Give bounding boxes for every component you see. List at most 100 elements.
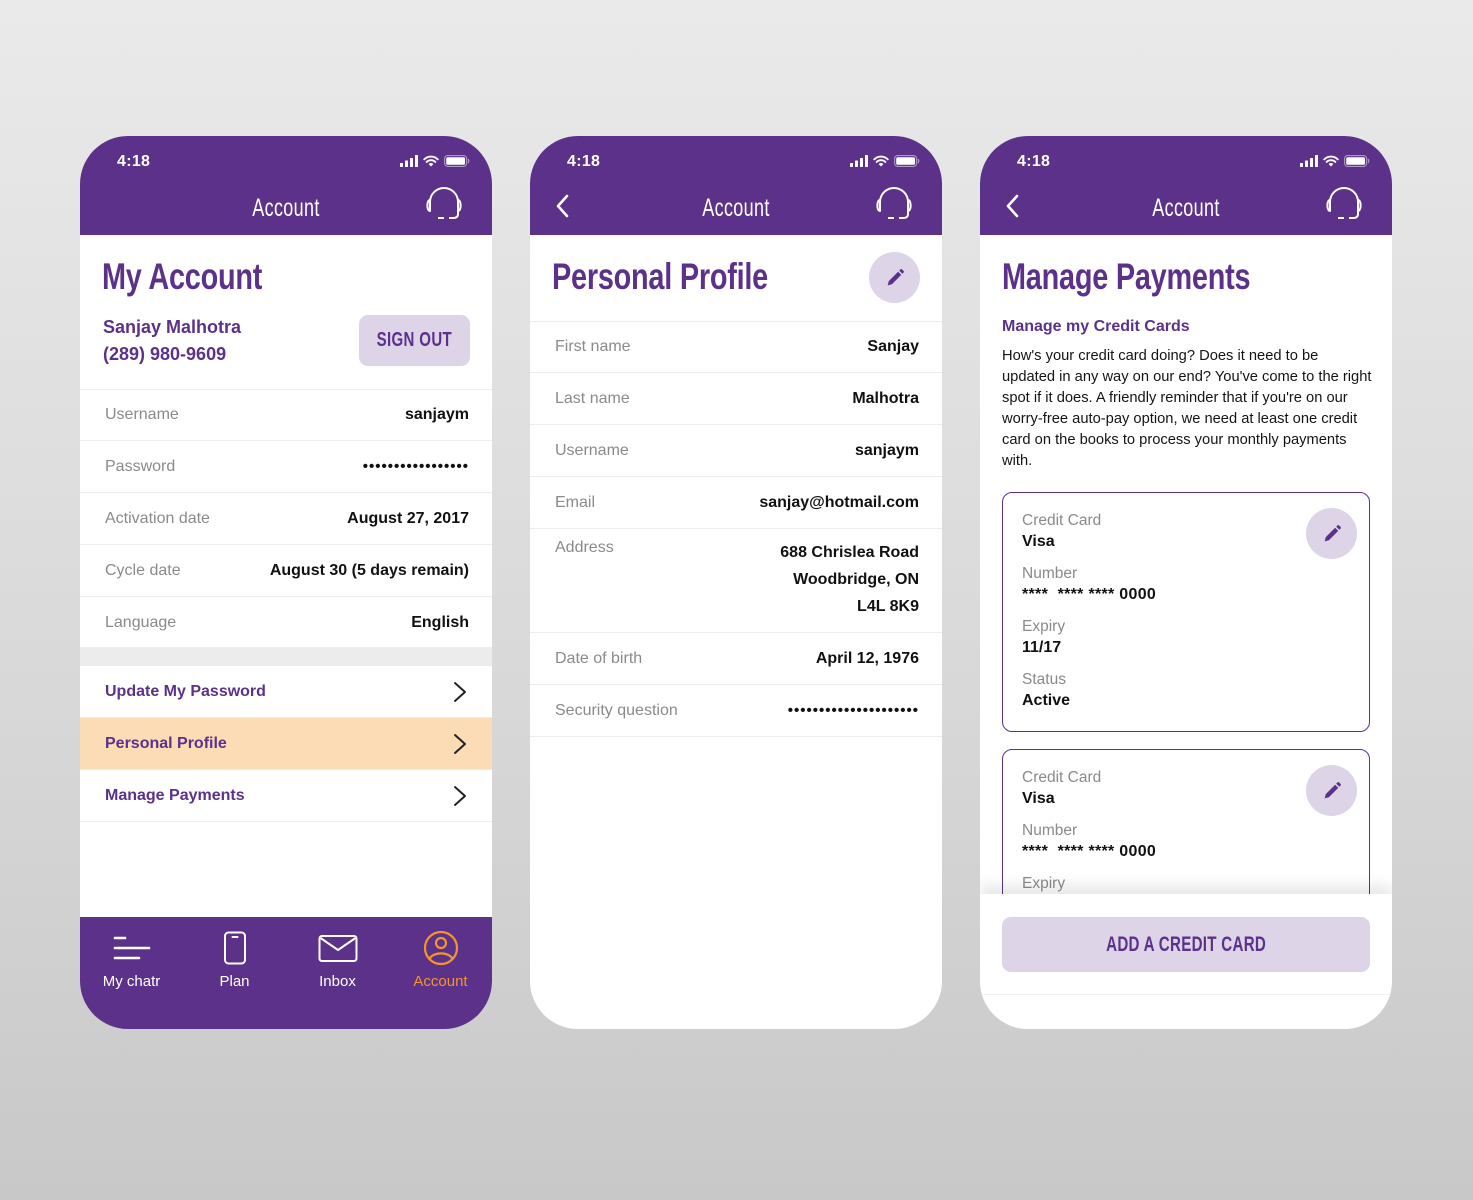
credit-card-item: Credit Card Visa Number **** **** **** 0… [1002, 492, 1370, 732]
row-value: ••••••••••••••••• [362, 458, 469, 475]
tab-plan[interactable]: Plan [183, 917, 286, 1029]
back-chevron-icon[interactable] [552, 193, 574, 219]
envelope-icon [318, 935, 357, 962]
detail-row-address: Address 688 Chrislea Road Woodbridge, ON… [530, 529, 942, 633]
intro-text: How's your credit card doing? Does it ne… [1002, 348, 1372, 469]
edit-card-button[interactable] [1306, 508, 1357, 559]
row-value: Sanjay [867, 338, 919, 355]
signal-icon [400, 155, 418, 167]
tab-account[interactable]: Account [389, 917, 492, 1029]
row-value: April 12, 1976 [815, 649, 919, 667]
card-number-label: Number [1022, 565, 1078, 582]
account-links-list: Update My Password Personal Profile Mana… [80, 666, 492, 822]
detail-row-email: Email sanjay@hotmail.com [530, 477, 942, 529]
edit-profile-button[interactable] [869, 252, 920, 303]
manage-payments-screen: 4:18 Account Manage Payments Manage my C… [980, 136, 1392, 1029]
phone-device-icon [223, 931, 246, 965]
sign-out-label: SIGN OUT [376, 329, 453, 351]
tab-label: My chatr [102, 973, 161, 990]
edit-card-button[interactable] [1306, 765, 1357, 816]
link-personal-profile[interactable]: Personal Profile [80, 718, 492, 770]
wifi-icon [423, 155, 439, 167]
add-credit-card-label: ADD A CREDIT CARD [1105, 932, 1267, 956]
row-label: Email [555, 493, 596, 511]
battery-icon [1344, 155, 1370, 167]
row-label: Last name [555, 389, 630, 407]
address-line-3: L4L 8K9 [857, 598, 919, 615]
row-label: Date of birth [555, 649, 643, 667]
row-label: Language [105, 614, 177, 631]
menu-lines-icon [113, 936, 150, 960]
row-label: Cycle date [105, 561, 181, 579]
bottom-action-sheet: ADD A CREDIT CARD [980, 894, 1392, 1029]
tab-label: Inbox [319, 973, 356, 990]
row-value: sanjaym [404, 406, 469, 423]
add-credit-card-button[interactable]: ADD A CREDIT CARD [1002, 917, 1370, 972]
address-value: 688 Chrislea Road Woodbridge, ON L4L 8K9 [780, 539, 919, 620]
page-heading: My Account [102, 256, 263, 297]
nav-title: Account [1152, 194, 1220, 222]
address-line-1: 688 Chrislea Road [780, 544, 919, 561]
content: Personal Profile First name Sanjay Last … [530, 235, 942, 1029]
card-type-label: Credit Card [1022, 512, 1102, 529]
detail-row-first-name: First name Sanjay [530, 321, 942, 373]
bottom-tab-bar: My chatr Plan Inbox Account [80, 917, 492, 1029]
status-icons [1300, 155, 1370, 167]
card-status-label: Status [1022, 671, 1066, 688]
top-bar: 4:18 Account [980, 136, 1392, 235]
personal-profile-screen: 4:18 Account Personal Profile First name… [530, 136, 942, 1029]
link-manage-payments[interactable]: Manage Payments [80, 770, 492, 822]
detail-row-cycle-date: Cycle date August 30 (5 days remain) [80, 545, 492, 597]
sign-out-button[interactable]: SIGN OUT [359, 315, 470, 366]
headset-support-icon[interactable] [874, 185, 914, 223]
chevron-right-icon [453, 785, 467, 807]
section-divider [80, 647, 492, 666]
status-time: 4:18 [567, 153, 601, 170]
card-type-label: Credit Card [1022, 769, 1102, 786]
signal-icon [1300, 155, 1318, 167]
top-bar: 4:18 Account [530, 136, 942, 235]
signal-icon [850, 155, 868, 167]
headset-support-icon[interactable] [424, 185, 464, 223]
card-expiry-label: Expiry [1022, 618, 1066, 635]
row-label: Username [105, 406, 179, 423]
row-label: Address [555, 539, 614, 556]
detail-row-username: Username sanjaym [80, 389, 492, 441]
link-label: Manage Payments [105, 786, 245, 804]
detail-row-date-of-birth: Date of birth April 12, 1976 [530, 633, 942, 685]
row-value: English [411, 614, 469, 631]
tab-my-chatr[interactable]: My chatr [80, 917, 183, 1029]
link-update-password[interactable]: Update My Password [80, 666, 492, 718]
content: My Account Sanjay Malhotra (289) 980-960… [80, 235, 492, 1029]
row-label: Password [105, 457, 176, 475]
pencil-icon [1321, 523, 1343, 545]
detail-row-language: Language English [80, 597, 492, 649]
detail-row-activation-date: Activation date August 27, 2017 [80, 493, 492, 545]
row-label: Activation date [105, 509, 210, 527]
card-type-value: Visa [1022, 533, 1055, 550]
back-chevron-icon[interactable] [1002, 193, 1024, 219]
tab-label: Plan [219, 973, 250, 990]
page-heading: Manage Payments [1002, 256, 1251, 297]
tab-inbox[interactable]: Inbox [286, 917, 389, 1029]
battery-icon [444, 155, 470, 167]
user-name: Sanjay Malhotra [103, 317, 242, 337]
pencil-icon [1321, 780, 1343, 802]
row-value: August 27, 2017 [347, 509, 469, 527]
card-expiry-value: 11/17 [1022, 639, 1062, 656]
wifi-icon [873, 155, 889, 167]
row-value: ••••••••••••••••••••• [787, 702, 919, 719]
headset-support-icon[interactable] [1324, 185, 1364, 223]
my-account-screen: 4:18 Account My Account Sanjay Malhotra … [80, 136, 492, 1029]
nav-title: Account [702, 194, 770, 222]
nav-title: Account [252, 194, 320, 222]
row-label: Username [555, 441, 629, 459]
chevron-right-icon [453, 733, 467, 755]
sub-heading: Manage my Credit Cards [1002, 318, 1190, 335]
card-number-value: **** **** **** 0000 [1022, 843, 1157, 860]
link-label: Update My Password [105, 682, 266, 700]
chevron-right-icon [453, 681, 467, 703]
detail-row-last-name: Last name Malhotra [530, 373, 942, 425]
row-value: Malhotra [852, 389, 919, 407]
row-label: Security question [555, 701, 678, 719]
